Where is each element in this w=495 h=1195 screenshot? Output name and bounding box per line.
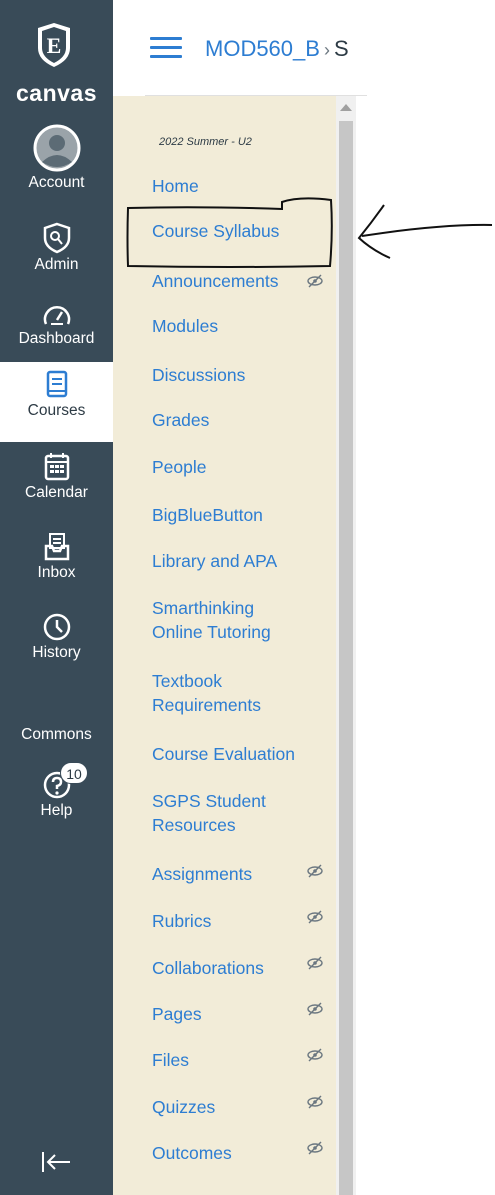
global-nav-inbox[interactable]: Inbox — [0, 532, 113, 582]
global-nav-history[interactable]: History — [0, 612, 113, 662]
global-nav-label: Inbox — [37, 564, 76, 581]
help-badge: 10 — [60, 762, 88, 784]
hamburger-line — [150, 46, 182, 49]
course-nav-course-evaluation[interactable]: Course Evaluation — [152, 742, 295, 766]
course-nav-bigbluebutton[interactable]: BigBlueButton — [152, 503, 263, 527]
course-nav-rubrics[interactable]: Rubrics — [152, 909, 211, 933]
logo-letter: E — [47, 33, 62, 58]
pointer-arrow — [361, 223, 493, 237]
breadcrumb-course-link[interactable]: MOD560_B — [205, 36, 320, 61]
course-nav-library-apa[interactable]: Library and APA — [152, 549, 277, 573]
course-nav-label-line2: Requirements — [152, 695, 261, 715]
scroll-up-arrow-icon[interactable] — [340, 104, 352, 111]
course-nav-grades[interactable]: Grades — [152, 408, 209, 432]
course-nav-quizzes[interactable]: Quizzes — [152, 1095, 215, 1119]
course-nav-pages[interactable]: Pages — [152, 1002, 202, 1026]
course-nav-outcomes[interactable]: Outcomes — [152, 1141, 232, 1165]
eye-slash-icon — [307, 864, 323, 878]
pointer-arrowhead — [357, 204, 391, 259]
logo-wordmark: canvas — [15, 80, 97, 106]
course-menu-toggle[interactable] — [150, 37, 182, 59]
breadcrumb-current: S — [333, 36, 349, 61]
global-nav-courses[interactable]: Courses — [0, 362, 113, 442]
course-nav-discussions[interactable]: Discussions — [152, 363, 245, 387]
eye-slash-icon — [307, 1048, 323, 1062]
eye-slash-icon — [307, 274, 323, 288]
global-nav-label: Account — [28, 174, 85, 191]
course-nav-collaborations[interactable]: Collaborations — [152, 956, 264, 980]
user-avatar-icon — [33, 124, 80, 172]
course-nav-modules[interactable]: Modules — [152, 314, 218, 338]
global-nav-label: History — [32, 644, 81, 661]
global-nav-label: Courses — [27, 402, 86, 419]
global-nav-label: Commons — [21, 726, 92, 743]
global-nav-account[interactable]: Account — [0, 124, 113, 192]
canvas-logo[interactable]: E canvas — [0, 0, 113, 112]
global-nav-label: Calendar — [25, 484, 88, 501]
course-nav-label-line2: Resources — [152, 815, 236, 835]
global-nav-label: Help — [40, 802, 73, 819]
eye-slash-icon — [307, 1002, 323, 1016]
course-nav-textbook[interactable]: Textbook Requirements — [152, 669, 261, 717]
clock-icon — [43, 613, 70, 641]
hamburger-line — [150, 37, 182, 40]
hamburger-line — [150, 55, 182, 58]
eye-slash-icon — [307, 956, 323, 970]
eye-slash-icon — [307, 910, 323, 924]
global-nav-admin[interactable]: Admin — [0, 222, 113, 274]
course-nav-label-line1: SGPS Student — [152, 791, 266, 811]
global-nav-help[interactable]: Help — [0, 770, 113, 820]
eye-slash-icon — [307, 1141, 323, 1155]
breadcrumb: MOD560_B › S — [205, 36, 349, 62]
course-nav-people[interactable]: People — [152, 455, 207, 479]
calendar-icon — [44, 453, 69, 481]
global-nav: E canvas Account Admin Dashboard Courses… — [0, 0, 113, 1195]
book-icon — [46, 370, 67, 398]
global-nav-calendar[interactable]: Calendar — [0, 452, 113, 502]
term-label: 2022 Summer - U2 — [159, 136, 252, 148]
course-nav-files[interactable]: Files — [152, 1048, 189, 1072]
breadcrumb-separator: › — [323, 40, 330, 60]
global-nav-commons[interactable]: Commons — [0, 724, 113, 744]
course-nav: 2022 Summer - U2 Home Course Syllabus An… — [113, 96, 336, 1195]
course-nav-syllabus[interactable]: Course Syllabus — [152, 219, 279, 243]
collapse-arrow-icon[interactable] — [38, 1148, 74, 1176]
global-nav-label: Admin — [34, 256, 79, 273]
scrollbar-thumb[interactable] — [339, 121, 353, 1195]
speedometer-icon — [43, 306, 70, 325]
school-shield-icon: E — [38, 23, 70, 67]
course-nav-home[interactable]: Home — [152, 174, 199, 198]
eye-slash-icon — [307, 1095, 323, 1109]
course-nav-sgps-resources[interactable]: SGPS Student Resources — [152, 789, 266, 837]
course-nav-label-line1: Smarthinking — [152, 598, 255, 618]
course-nav-assignments[interactable]: Assignments — [152, 862, 252, 886]
global-nav-dashboard[interactable]: Dashboard — [0, 302, 113, 348]
global-nav-label: Dashboard — [18, 330, 95, 347]
course-nav-smarthinking[interactable]: Smarthinking Online Tutoring — [152, 596, 271, 644]
course-nav-label-line1: Textbook — [152, 671, 223, 691]
shield-icon — [43, 222, 70, 254]
inbox-icon — [44, 533, 69, 561]
course-nav-label-line2: Online Tutoring — [152, 622, 271, 642]
course-nav-announcements[interactable]: Announcements — [152, 269, 278, 293]
